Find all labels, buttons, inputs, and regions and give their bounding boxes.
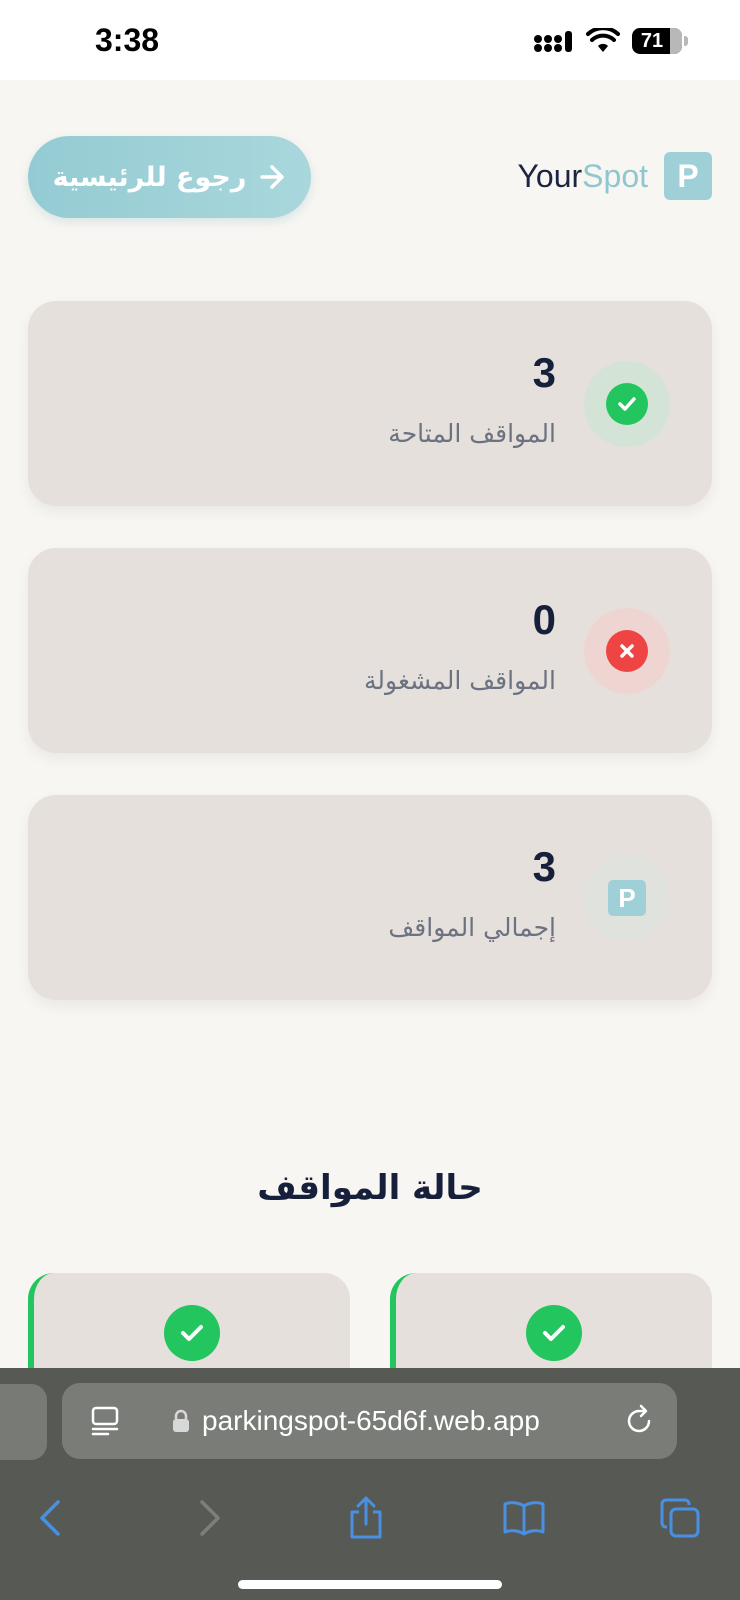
brand-spot: Spot	[582, 157, 648, 194]
status-icons: 71	[534, 28, 688, 54]
reader-icon[interactable]	[90, 1405, 120, 1437]
chevron-right-icon	[200, 1500, 220, 1536]
stat-label: المواقف المشغولة	[364, 666, 556, 695]
check-icon	[164, 1305, 220, 1361]
signal-icon	[534, 31, 572, 52]
chevron-left-icon	[40, 1500, 60, 1536]
stat-value: 3	[532, 843, 556, 890]
stat-label: إجمالي المواقف	[388, 913, 556, 942]
reload-icon[interactable]	[623, 1403, 655, 1437]
stat-card-occupied: 0 المواقف المشغولة	[28, 548, 712, 753]
brand-your: Your	[517, 157, 583, 194]
tabs-button[interactable]	[650, 1488, 710, 1548]
stat-label: المواقف المتاحة	[388, 419, 556, 448]
stat-value: 0	[532, 596, 556, 643]
previous-tab-preview[interactable]	[0, 1384, 47, 1460]
stat-value: 3	[532, 349, 556, 396]
back-home-label: رجوع للرئيسية	[52, 161, 247, 193]
wifi-icon	[586, 28, 620, 52]
parking-logo-icon: P	[664, 152, 712, 200]
stat-icon-wrapper	[584, 608, 670, 694]
tabs-icon	[660, 1498, 700, 1538]
check-icon	[526, 1305, 582, 1361]
brand[interactable]: YourSpot P	[518, 152, 712, 200]
url-text: parkingspot-65d6f.web.app	[202, 1405, 540, 1436]
home-indicator[interactable]	[238, 1580, 502, 1589]
stat-icon-wrapper: P	[584, 855, 670, 941]
brand-name: YourSpot	[518, 158, 648, 195]
share-icon	[350, 1496, 382, 1539]
book-icon	[503, 1501, 545, 1536]
stat-card-total: 3 إجمالي المواقف P	[28, 795, 712, 1000]
bookmarks-button[interactable]	[494, 1488, 554, 1548]
back-home-button[interactable]: رجوع للرئيسية	[28, 136, 311, 218]
forward-nav-button[interactable]	[180, 1488, 240, 1548]
status-bar: 3:38 71	[0, 0, 740, 80]
section-title: حالة المواقف	[257, 1168, 483, 1208]
check-icon	[606, 383, 648, 425]
battery-icon: 71	[632, 28, 682, 54]
close-icon	[606, 630, 648, 672]
stat-icon-wrapper	[584, 361, 670, 447]
page-header: رجوع للرئيسية YourSpot P	[0, 80, 740, 270]
battery-tip	[684, 36, 688, 46]
parking-icon: P	[608, 880, 646, 916]
back-nav-button[interactable]	[20, 1488, 80, 1548]
address-bar[interactable]: parkingspot-65d6f.web.app	[62, 1383, 677, 1459]
browser-bar: parkingspot-65d6f.web.app	[0, 1368, 740, 1600]
battery-level: 71	[640, 30, 664, 52]
lock-icon	[173, 1409, 189, 1432]
stat-card-available: 3 المواقف المتاحة	[28, 301, 712, 506]
arrow-right-icon	[260, 165, 285, 189]
status-time: 3:38	[95, 22, 160, 58]
share-button[interactable]	[336, 1488, 396, 1548]
browser-toolbar	[0, 1488, 740, 1558]
